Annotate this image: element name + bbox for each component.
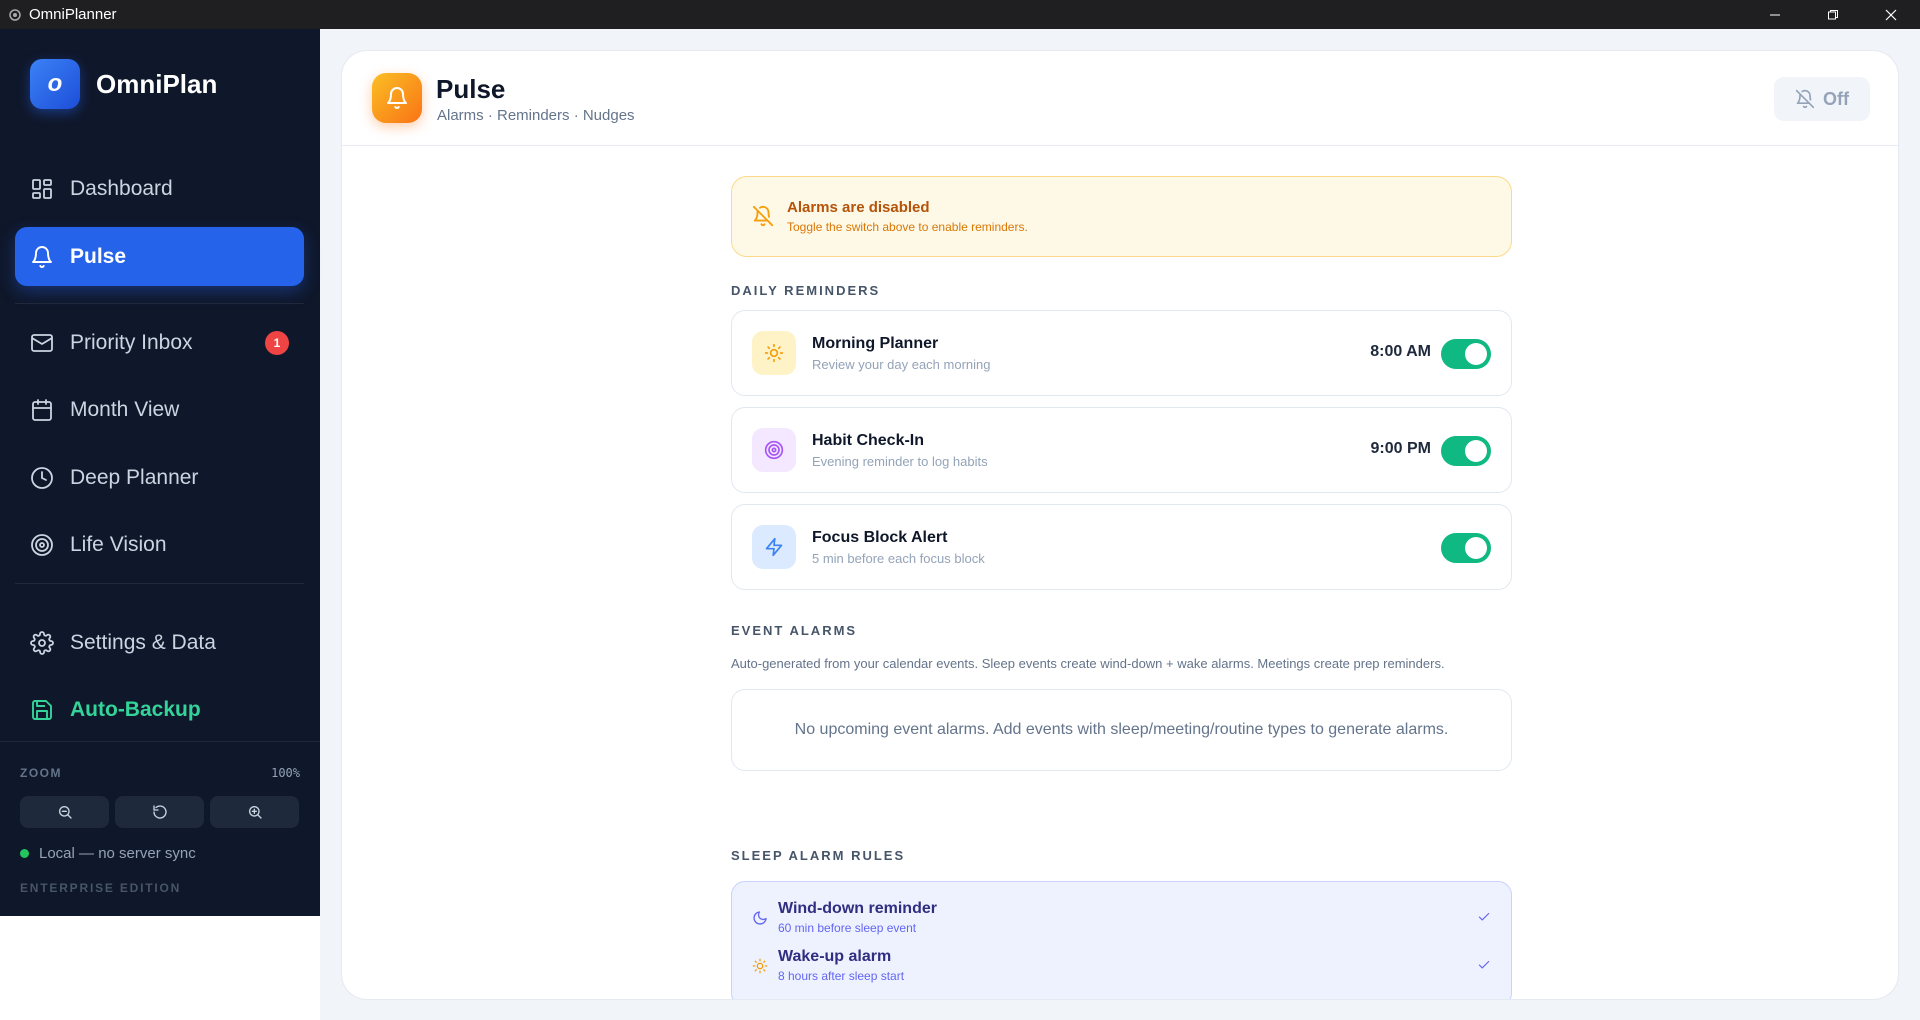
sidebar-item-dashboard[interactable]: Dashboard bbox=[15, 159, 304, 218]
sidebar-item-auto-backup[interactable]: Auto-Backup bbox=[15, 680, 304, 739]
bell-icon bbox=[30, 245, 54, 269]
reminder-title: Morning Planner bbox=[812, 335, 939, 352]
reminder-title: Habit Check-In bbox=[812, 432, 925, 449]
toggle-knob bbox=[1465, 440, 1487, 462]
sidebar-item-label: Settings & Data bbox=[70, 630, 216, 654]
reminder-subtitle: Review your day each morning bbox=[812, 357, 991, 372]
check-icon bbox=[1477, 910, 1491, 929]
restore-button[interactable] bbox=[1804, 0, 1862, 29]
reminder-time[interactable]: 9:00 PM bbox=[1371, 440, 1431, 458]
reminder-subtitle: 5 min before each focus block bbox=[812, 551, 985, 566]
brand[interactable]: o OmniPlan bbox=[30, 59, 217, 109]
divider bbox=[15, 583, 304, 584]
lightning-icon bbox=[752, 525, 796, 569]
zoom-controls bbox=[20, 796, 299, 828]
rule-title: Wind-down reminder bbox=[778, 900, 937, 917]
event-alarms-description: Auto-generated from your calendar events… bbox=[731, 656, 1445, 671]
reminder-card: Focus Block Alert 5 min before each focu… bbox=[731, 504, 1512, 590]
sidebar-footer-blank bbox=[0, 916, 320, 1020]
grid-icon bbox=[30, 177, 54, 201]
page-subtitle: Alarms · Reminders · Nudges bbox=[437, 107, 635, 124]
save-icon bbox=[30, 698, 54, 722]
zoom-label: ZOOM bbox=[20, 766, 62, 780]
brand-name: OmniPlan bbox=[96, 68, 218, 99]
reminder-toggle[interactable] bbox=[1441, 339, 1491, 369]
sidebar-item-label: Auto-Backup bbox=[70, 697, 201, 721]
unread-badge: 1 bbox=[265, 331, 289, 355]
reminder-time[interactable]: 8:00 AM bbox=[1370, 343, 1431, 361]
sidebar-item-settings[interactable]: Settings & Data bbox=[15, 613, 304, 672]
reminder-card: Morning Planner Review your day each mor… bbox=[731, 310, 1512, 396]
zoom-panel: ZOOM 100% Local — no server sync ENTERPR… bbox=[0, 741, 320, 916]
sidebar-item-month-view[interactable]: Month View bbox=[15, 380, 304, 439]
status-dot bbox=[20, 849, 29, 858]
main-panel: Pulse Alarms · Reminders · Nudges Off Al… bbox=[341, 50, 1899, 1000]
sidebar-item-label: Dashboard bbox=[70, 176, 173, 200]
calendar-icon bbox=[30, 398, 54, 422]
section-heading: DAILY REMINDERS bbox=[731, 283, 881, 298]
sidebar: o OmniPlan Dashboard Pulse Priority Inbo… bbox=[0, 29, 320, 916]
section-heading: EVENT ALARMS bbox=[731, 623, 858, 638]
sidebar-item-label: Life Vision bbox=[70, 532, 167, 556]
sidebar-item-priority-inbox[interactable]: Priority Inbox 1 bbox=[15, 313, 304, 372]
gear-icon bbox=[30, 630, 54, 655]
edition-label: ENTERPRISE EDITION bbox=[20, 881, 182, 895]
sleep-rules-panel: Wind-down reminder 60 min before sleep e… bbox=[731, 881, 1512, 999]
moon-icon bbox=[752, 910, 768, 931]
page-header: Pulse Alarms · Reminders · Nudges Off bbox=[342, 51, 1898, 146]
sidebar-item-pulse[interactable]: Pulse bbox=[15, 227, 304, 286]
zoom-in-icon bbox=[248, 806, 262, 819]
sidebar-item-label: Priority Inbox bbox=[70, 330, 193, 354]
window-title: OmniPlanner bbox=[29, 6, 117, 23]
reminder-subtitle: Evening reminder to log habits bbox=[812, 454, 988, 469]
zoom-out-icon bbox=[58, 806, 72, 819]
sidebar-item-life-vision[interactable]: Life Vision bbox=[15, 515, 304, 574]
brand-logo: o bbox=[30, 59, 80, 109]
target-icon bbox=[30, 533, 54, 557]
sidebar-item-label: Pulse bbox=[70, 244, 127, 268]
reminder-title: Focus Block Alert bbox=[812, 529, 948, 546]
sleep-rule: Wake-up alarm 8 hours after sleep start bbox=[752, 948, 1493, 992]
title-bar: OmniPlanner bbox=[0, 0, 1920, 29]
clock-icon bbox=[30, 466, 54, 490]
toggle-knob bbox=[1465, 343, 1487, 365]
zoom-value: 100% bbox=[271, 766, 300, 780]
sun-icon bbox=[752, 331, 796, 375]
zoom-out-button[interactable] bbox=[20, 796, 109, 828]
toggle-knob bbox=[1465, 537, 1487, 559]
reminder-toggle[interactable] bbox=[1441, 436, 1491, 466]
mail-icon bbox=[30, 331, 54, 355]
sidebar-item-label: Month View bbox=[70, 397, 180, 421]
alert-title: Alarms are disabled bbox=[787, 199, 930, 216]
close-button[interactable] bbox=[1862, 0, 1920, 29]
sidebar-item-label: Deep Planner bbox=[70, 465, 199, 489]
sidebar-item-deep-planner[interactable]: Deep Planner bbox=[15, 448, 304, 507]
divider bbox=[15, 303, 304, 304]
alarms-disabled-alert: Alarms are disabled Toggle the switch ab… bbox=[731, 176, 1512, 257]
minimize-button[interactable] bbox=[1746, 0, 1804, 29]
rule-subtitle: 8 hours after sleep start bbox=[778, 969, 905, 983]
app-icon bbox=[0, 0, 29, 29]
rule-title: Wake-up alarm bbox=[778, 948, 892, 965]
zoom-in-button[interactable] bbox=[210, 796, 299, 828]
page-title: Pulse bbox=[436, 74, 506, 104]
sync-status: Local — no server sync bbox=[20, 845, 196, 862]
zoom-reset-button[interactable] bbox=[115, 796, 204, 828]
rule-subtitle: 60 min before sleep event bbox=[778, 921, 917, 935]
sleep-rule: Wind-down reminder 60 min before sleep e… bbox=[752, 900, 1493, 944]
bell-off-icon bbox=[752, 205, 774, 232]
reset-icon bbox=[152, 805, 167, 819]
reminder-card: Habit Check-In Evening reminder to log h… bbox=[731, 407, 1512, 493]
bell-off-icon bbox=[1795, 89, 1815, 109]
bell-icon bbox=[372, 73, 422, 123]
target-icon bbox=[752, 428, 796, 472]
reminder-toggle[interactable] bbox=[1441, 533, 1491, 563]
sun-icon bbox=[752, 958, 768, 979]
alarms-toggle-button[interactable]: Off bbox=[1774, 77, 1870, 121]
check-icon bbox=[1477, 958, 1491, 977]
event-alarms-empty-state: No upcoming event alarms. Add events wit… bbox=[731, 689, 1512, 771]
alert-text: Toggle the switch above to enable remind… bbox=[787, 220, 1028, 234]
window-controls bbox=[1746, 0, 1920, 29]
section-heading: SLEEP ALARM RULES bbox=[731, 848, 906, 863]
